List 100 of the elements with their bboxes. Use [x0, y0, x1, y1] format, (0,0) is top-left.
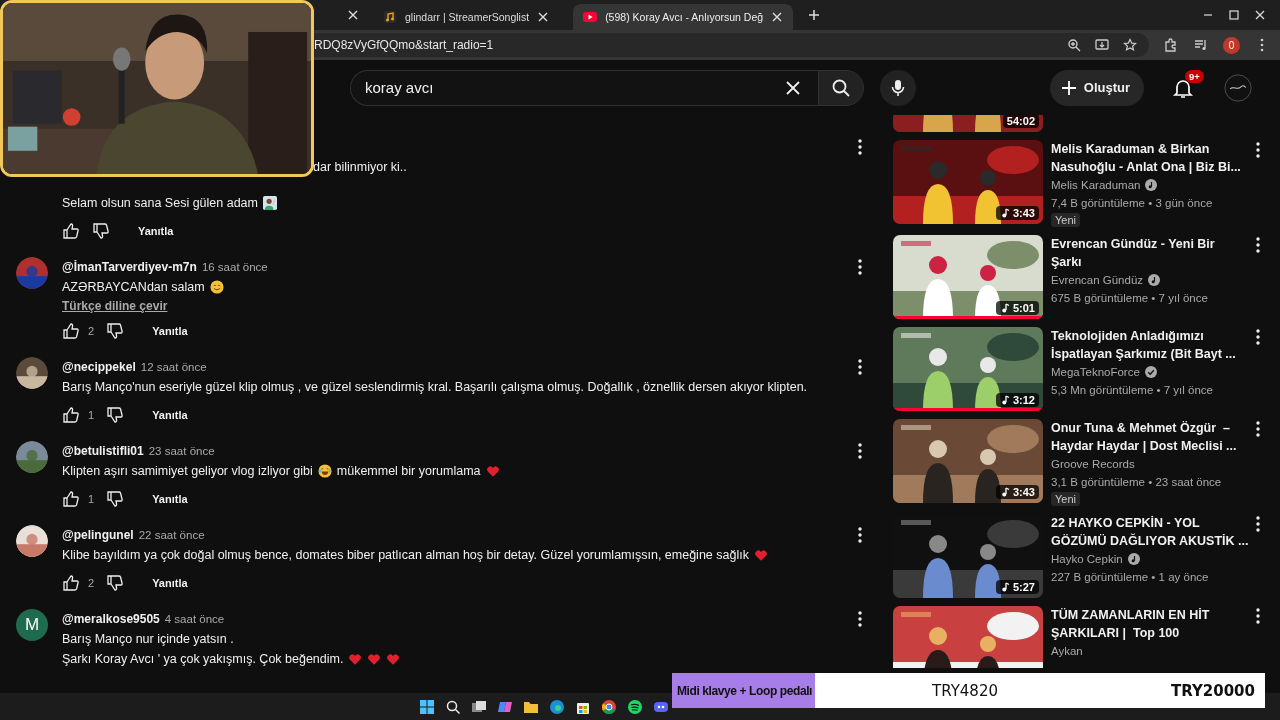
comment-text: AZƏRBAYCANdan salam — [62, 280, 205, 294]
channel-name[interactable]: MegaTeknoForce — [1051, 363, 1140, 381]
reply-button[interactable]: Yanıtla — [146, 573, 194, 593]
search-icon[interactable] — [445, 698, 461, 715]
channel-name[interactable]: Evrencan Gündüz — [1051, 271, 1144, 289]
duration-text: 3:12 — [1012, 394, 1035, 406]
profile-badge[interactable]: 0 — [1223, 36, 1240, 54]
more-icon[interactable] — [1256, 329, 1261, 345]
more-icon[interactable] — [858, 527, 862, 543]
comment-text: mükemmel bir yorumlama — [336, 464, 481, 478]
thumbs-down-icon[interactable] — [106, 322, 125, 340]
translate-link[interactable]: Türkçe diline çevir — [62, 299, 168, 313]
channel-name[interactable]: Melis Karaduman — [1051, 176, 1141, 194]
music-note-icon — [999, 487, 1010, 497]
duration-text: 5:27 — [1012, 581, 1035, 593]
comment-author[interactable]: @necippekel — [62, 360, 136, 374]
close-icon[interactable] — [1254, 9, 1266, 21]
more-icon[interactable] — [1256, 608, 1261, 624]
like-count: 2 — [88, 325, 95, 337]
close-icon[interactable] — [771, 11, 784, 23]
comment-time[interactable]: 22 saat önce — [138, 529, 205, 541]
comment-time[interactable]: 23 saat önce — [148, 445, 215, 457]
music-note-icon — [1145, 179, 1158, 191]
comment-time[interactable]: 4 saat önce — [164, 613, 225, 625]
search-button[interactable] — [818, 69, 864, 106]
zoom-icon[interactable] — [1067, 38, 1081, 52]
search-icon — [831, 77, 851, 98]
browser-tab[interactable]: (598) Koray Avcı - Anlıyorsun Değ — [573, 4, 794, 30]
channel-name[interactable]: Groove Records — [1051, 455, 1135, 473]
music-note-icon — [1127, 553, 1140, 565]
reply-button[interactable]: Yanıtla — [132, 221, 180, 241]
like-count: 1 — [88, 409, 95, 421]
video-title[interactable]: Onur Tuna & Mehmet Özgür – Haydar Haydar | Dost Meclisi ... — [1051, 419, 1237, 455]
heart-icon — [367, 652, 382, 666]
goal-current: TRY4820 — [932, 681, 998, 700]
more-icon[interactable] — [1256, 142, 1261, 158]
microphone-button[interactable] — [880, 69, 916, 106]
more-icon[interactable] — [1256, 237, 1261, 253]
channel-name[interactable]: Hayko Cepkin — [1051, 550, 1123, 568]
avatar-letter[interactable]: M — [16, 609, 48, 641]
media-icon[interactable] — [1193, 37, 1209, 53]
comment-author[interactable]: @betulistifli01 — [62, 444, 144, 458]
goal-title: Midi klavye + Loop pedalı — [677, 683, 813, 698]
puzzle-icon[interactable] — [1163, 37, 1179, 53]
star-icon[interactable] — [1123, 38, 1137, 52]
thumbs-up-icon[interactable] — [62, 222, 80, 240]
video-title[interactable]: Teknolojiden Anladığımızı İspatlayan Şarkımız (Bit Bayt ... — [1051, 327, 1236, 363]
channel-name[interactable]: Aykan — [1051, 642, 1083, 660]
like-count: 2 — [88, 577, 95, 589]
thumbs-up-icon[interactable] — [62, 574, 80, 592]
thumbs-up-icon[interactable] — [62, 322, 80, 340]
comment-author[interactable]: @meralkose9505 — [62, 612, 160, 626]
thumbs-down-icon[interactable] — [106, 574, 125, 592]
more-icon[interactable] — [858, 139, 862, 155]
clear-icon[interactable] — [784, 78, 802, 97]
thumbs-down-icon[interactable] — [92, 222, 110, 240]
browser-icon[interactable] — [549, 698, 565, 715]
comment-time[interactable]: 12 saat önce — [140, 361, 207, 373]
more-icon[interactable] — [1256, 421, 1261, 437]
search-field[interactable]: koray avcı — [350, 69, 818, 106]
plus-icon[interactable] — [807, 8, 822, 22]
more-icon[interactable] — [858, 443, 862, 459]
like-count: 1 — [88, 493, 95, 505]
music-note-icon — [999, 395, 1010, 405]
thumbs-up-icon[interactable] — [62, 406, 80, 424]
more-icon[interactable] — [858, 359, 862, 375]
reply-button[interactable]: Yanıtla — [146, 405, 194, 425]
thumbs-down-icon[interactable] — [106, 490, 125, 508]
video-title[interactable]: 22 HAYKO CEPKİN - YOL GÖZÜMÜ DAĞLIYOR AKUSTİK ... — [1051, 514, 1249, 550]
thumbs-down-icon[interactable] — [106, 406, 125, 424]
browser-tab[interactable]: glindarr | StreamerSonglist — [373, 4, 560, 30]
close-icon[interactable] — [347, 9, 359, 21]
reply-button[interactable]: Yanıtla — [146, 489, 194, 509]
task-view-icon[interactable] — [471, 698, 487, 715]
goal-target: TRY20000 — [1171, 681, 1255, 700]
raised-hand-figure-icon — [262, 196, 277, 210]
video-meta: 5,3 Mn görüntüleme • 7 yıl önce — [1051, 383, 1213, 398]
smiley-icon — [209, 280, 224, 294]
more-icon[interactable] — [858, 259, 862, 275]
close-icon[interactable] — [537, 11, 550, 23]
video-title[interactable]: TÜM ZAMANLARIN EN HİT ŞARKILARI | Top 100 — [1051, 606, 1210, 642]
install-icon[interactable] — [1095, 38, 1109, 52]
chrome-icon[interactable] — [601, 698, 617, 715]
create-button[interactable]: Oluştur — [1049, 69, 1144, 106]
thumbs-up-icon[interactable] — [62, 490, 80, 508]
more-icon[interactable] — [858, 611, 862, 627]
heart-icon — [348, 652, 363, 666]
reply-button[interactable]: Yanıtla — [146, 321, 194, 341]
windows-icon[interactable] — [419, 698, 435, 715]
video-title[interactable]: Evrencan Gündüz - Yeni Bir Şarkı — [1051, 235, 1215, 271]
comment-time[interactable]: 16 saat önce — [201, 261, 268, 273]
more-icon[interactable] — [1256, 516, 1261, 532]
new-badge: Yeni — [1051, 213, 1080, 227]
music-note-icon — [999, 582, 1010, 592]
video-title[interactable]: Melis Karaduman & Birkan Nasuhoğlu - Anlat Ona | Biz Bi... — [1051, 140, 1241, 176]
spotify-icon[interactable] — [627, 698, 643, 715]
maximize-icon[interactable] — [1228, 9, 1240, 21]
comment-author[interactable]: @İmanTarverdiyev-m7n — [62, 260, 197, 274]
heart-icon — [386, 652, 401, 666]
comment-author[interactable]: @pelingunel — [62, 528, 134, 542]
